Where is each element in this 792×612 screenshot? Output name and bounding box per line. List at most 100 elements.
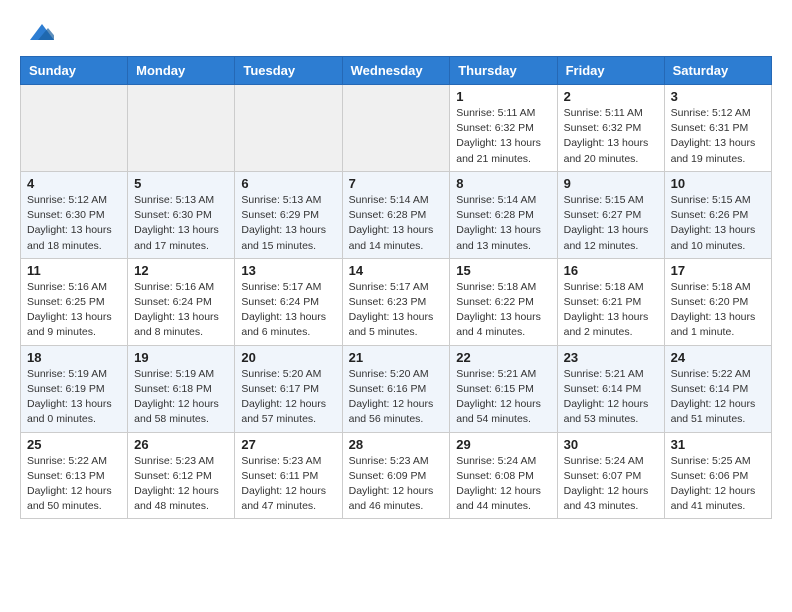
day-number: 7 — [349, 176, 444, 191]
day-header-monday: Monday — [128, 57, 235, 85]
day-info: Sunrise: 5:19 AMSunset: 6:18 PMDaylight:… — [134, 367, 228, 428]
day-info: Sunrise: 5:17 AMSunset: 6:23 PMDaylight:… — [349, 280, 444, 341]
calendar-cell: 11 Sunrise: 5:16 AMSunset: 6:25 PMDayligh… — [21, 258, 128, 345]
day-info: Sunrise: 5:21 AMSunset: 6:14 PMDaylight:… — [564, 367, 658, 428]
calendar-week-row: 11 Sunrise: 5:16 AMSunset: 6:25 PMDayligh… — [21, 258, 772, 345]
day-header-thursday: Thursday — [450, 57, 557, 85]
calendar-cell: 3 Sunrise: 5:12 AMSunset: 6:31 PMDaylight… — [664, 85, 771, 172]
day-number: 4 — [27, 176, 121, 191]
day-info: Sunrise: 5:18 AMSunset: 6:20 PMDaylight:… — [671, 280, 765, 341]
calendar-cell: 8Sunrise: 5:14 AMSunset: 6:28 PMDaylight… — [450, 171, 557, 258]
day-number: 14 — [349, 263, 444, 278]
calendar-header-row: SundayMondayTuesdayWednesdayThursdayFrid… — [21, 57, 772, 85]
day-info: Sunrise: 5:24 AMSunset: 6:07 PMDaylight:… — [564, 454, 658, 515]
day-info: Sunrise: 5:15 AMSunset: 6:27 PMDaylight:… — [564, 193, 658, 254]
calendar-cell: 17 Sunrise: 5:18 AMSunset: 6:20 PMDayligh… — [664, 258, 771, 345]
day-header-friday: Friday — [557, 57, 664, 85]
calendar-cell: 30 Sunrise: 5:24 AMSunset: 6:07 PMDayligh… — [557, 432, 664, 519]
day-info: Sunrise: 5:24 AMSunset: 6:08 PMDaylight:… — [456, 454, 550, 515]
day-number: 10 — [671, 176, 765, 191]
day-info: Sunrise: 5:12 AMSunset: 6:31 PMDaylight:… — [671, 106, 765, 167]
day-number: 20 — [241, 350, 335, 365]
calendar-cell: 1 Sunrise: 5:11 AMSunset: 6:32 PMDaylight… — [450, 85, 557, 172]
day-number: 16 — [564, 263, 658, 278]
day-header-tuesday: Tuesday — [235, 57, 342, 85]
day-info: Sunrise: 5:17 AMSunset: 6:24 PMDaylight:… — [241, 280, 335, 341]
calendar-cell: 9 Sunrise: 5:15 AMSunset: 6:27 PMDaylight… — [557, 171, 664, 258]
calendar-cell: 20 Sunrise: 5:20 AMSunset: 6:17 PMDayligh… — [235, 345, 342, 432]
calendar-cell — [342, 85, 450, 172]
day-info: Sunrise: 5:20 AMSunset: 6:17 PMDaylight:… — [241, 367, 335, 428]
day-number: 3 — [671, 89, 765, 104]
day-number: 2 — [564, 89, 658, 104]
day-number: 30 — [564, 437, 658, 452]
day-info: Sunrise: 5:16 AMSunset: 6:25 PMDaylight:… — [27, 280, 121, 341]
day-number: 15 — [456, 263, 550, 278]
calendar-cell: 24 Sunrise: 5:22 AMSunset: 6:14 PMDayligh… — [664, 345, 771, 432]
day-info: Sunrise: 5:25 AMSunset: 6:06 PMDaylight:… — [671, 454, 765, 515]
calendar-cell: 21 Sunrise: 5:20 AMSunset: 6:16 PMDayligh… — [342, 345, 450, 432]
day-number: 21 — [349, 350, 444, 365]
day-number: 6 — [241, 176, 335, 191]
day-info: Sunrise: 5:20 AMSunset: 6:16 PMDaylight:… — [349, 367, 444, 428]
calendar-cell: 28Sunrise: 5:23 AMSunset: 6:09 PMDayligh… — [342, 432, 450, 519]
day-info: Sunrise: 5:13 AMSunset: 6:30 PMDaylight:… — [134, 193, 228, 254]
calendar-cell: 7 Sunrise: 5:14 AMSunset: 6:28 PMDaylight… — [342, 171, 450, 258]
calendar-cell: 19 Sunrise: 5:19 AMSunset: 6:18 PMDayligh… — [128, 345, 235, 432]
day-number: 29 — [456, 437, 550, 452]
calendar-cell: 25Sunrise: 5:22 AMSunset: 6:13 PMDayligh… — [21, 432, 128, 519]
day-header-wednesday: Wednesday — [342, 57, 450, 85]
day-info: Sunrise: 5:21 AMSunset: 6:15 PMDaylight:… — [456, 367, 550, 428]
day-info: Sunrise: 5:11 AMSunset: 6:32 PMDaylight:… — [564, 106, 658, 167]
calendar-cell — [128, 85, 235, 172]
day-number: 13 — [241, 263, 335, 278]
day-info: Sunrise: 5:14 AMSunset: 6:28 PMDaylight:… — [349, 193, 444, 254]
calendar-cell — [21, 85, 128, 172]
day-number: 24 — [671, 350, 765, 365]
day-info: Sunrise: 5:12 AMSunset: 6:30 PMDaylight:… — [27, 193, 121, 254]
day-number: 23 — [564, 350, 658, 365]
day-info: Sunrise: 5:13 AMSunset: 6:29 PMDaylight:… — [241, 193, 335, 254]
day-info: Sunrise: 5:19 AMSunset: 6:19 PMDaylight:… — [27, 367, 121, 428]
calendar-cell: 12 Sunrise: 5:16 AMSunset: 6:24 PMDayligh… — [128, 258, 235, 345]
day-number: 5 — [134, 176, 228, 191]
day-info: Sunrise: 5:18 AMSunset: 6:21 PMDaylight:… — [564, 280, 658, 341]
day-number: 17 — [671, 263, 765, 278]
calendar-cell: 2 Sunrise: 5:11 AMSunset: 6:32 PMDaylight… — [557, 85, 664, 172]
day-number: 9 — [564, 176, 658, 191]
calendar-cell: 6 Sunrise: 5:13 AMSunset: 6:29 PMDaylight… — [235, 171, 342, 258]
calendar-cell: 29 Sunrise: 5:24 AMSunset: 6:08 PMDayligh… — [450, 432, 557, 519]
calendar-week-row: 1 Sunrise: 5:11 AMSunset: 6:32 PMDaylight… — [21, 85, 772, 172]
day-number: 22 — [456, 350, 550, 365]
day-info: Sunrise: 5:23 AMSunset: 6:12 PMDaylight:… — [134, 454, 228, 515]
day-number: 19 — [134, 350, 228, 365]
day-number: 11 — [27, 263, 121, 278]
day-number: 26 — [134, 437, 228, 452]
day-number: 18 — [27, 350, 121, 365]
calendar-cell: 14 Sunrise: 5:17 AMSunset: 6:23 PMDayligh… — [342, 258, 450, 345]
calendar-cell: 23 Sunrise: 5:21 AMSunset: 6:14 PMDayligh… — [557, 345, 664, 432]
day-info: Sunrise: 5:11 AMSunset: 6:32 PMDaylight:… — [456, 106, 550, 167]
calendar-cell: 31 Sunrise: 5:25 AMSunset: 6:06 PMDayligh… — [664, 432, 771, 519]
day-number: 31 — [671, 437, 765, 452]
day-header-sunday: Sunday — [21, 57, 128, 85]
calendar-cell: 13 Sunrise: 5:17 AMSunset: 6:24 PMDayligh… — [235, 258, 342, 345]
day-info: Sunrise: 5:16 AMSunset: 6:24 PMDaylight:… — [134, 280, 228, 341]
page-header — [20, 20, 772, 40]
day-number: 12 — [134, 263, 228, 278]
day-info: Sunrise: 5:23 AMSunset: 6:09 PMDaylight:… — [349, 454, 444, 515]
calendar-week-row: 25Sunrise: 5:22 AMSunset: 6:13 PMDayligh… — [21, 432, 772, 519]
day-number: 25 — [27, 437, 121, 452]
day-info: Sunrise: 5:23 AMSunset: 6:11 PMDaylight:… — [241, 454, 335, 515]
day-info: Sunrise: 5:22 AMSunset: 6:14 PMDaylight:… — [671, 367, 765, 428]
calendar-cell: 15 Sunrise: 5:18 AMSunset: 6:22 PMDayligh… — [450, 258, 557, 345]
day-info: Sunrise: 5:14 AMSunset: 6:28 PMDaylight:… — [456, 193, 550, 254]
calendar-cell: 10Sunrise: 5:15 AMSunset: 6:26 PMDayligh… — [664, 171, 771, 258]
day-number: 1 — [456, 89, 550, 104]
calendar-week-row: 18 Sunrise: 5:19 AMSunset: 6:19 PMDayligh… — [21, 345, 772, 432]
day-info: Sunrise: 5:18 AMSunset: 6:22 PMDaylight:… — [456, 280, 550, 341]
logo — [20, 20, 54, 40]
calendar-cell: 18 Sunrise: 5:19 AMSunset: 6:19 PMDayligh… — [21, 345, 128, 432]
calendar-week-row: 4 Sunrise: 5:12 AMSunset: 6:30 PMDaylight… — [21, 171, 772, 258]
calendar-cell: 26 Sunrise: 5:23 AMSunset: 6:12 PMDayligh… — [128, 432, 235, 519]
